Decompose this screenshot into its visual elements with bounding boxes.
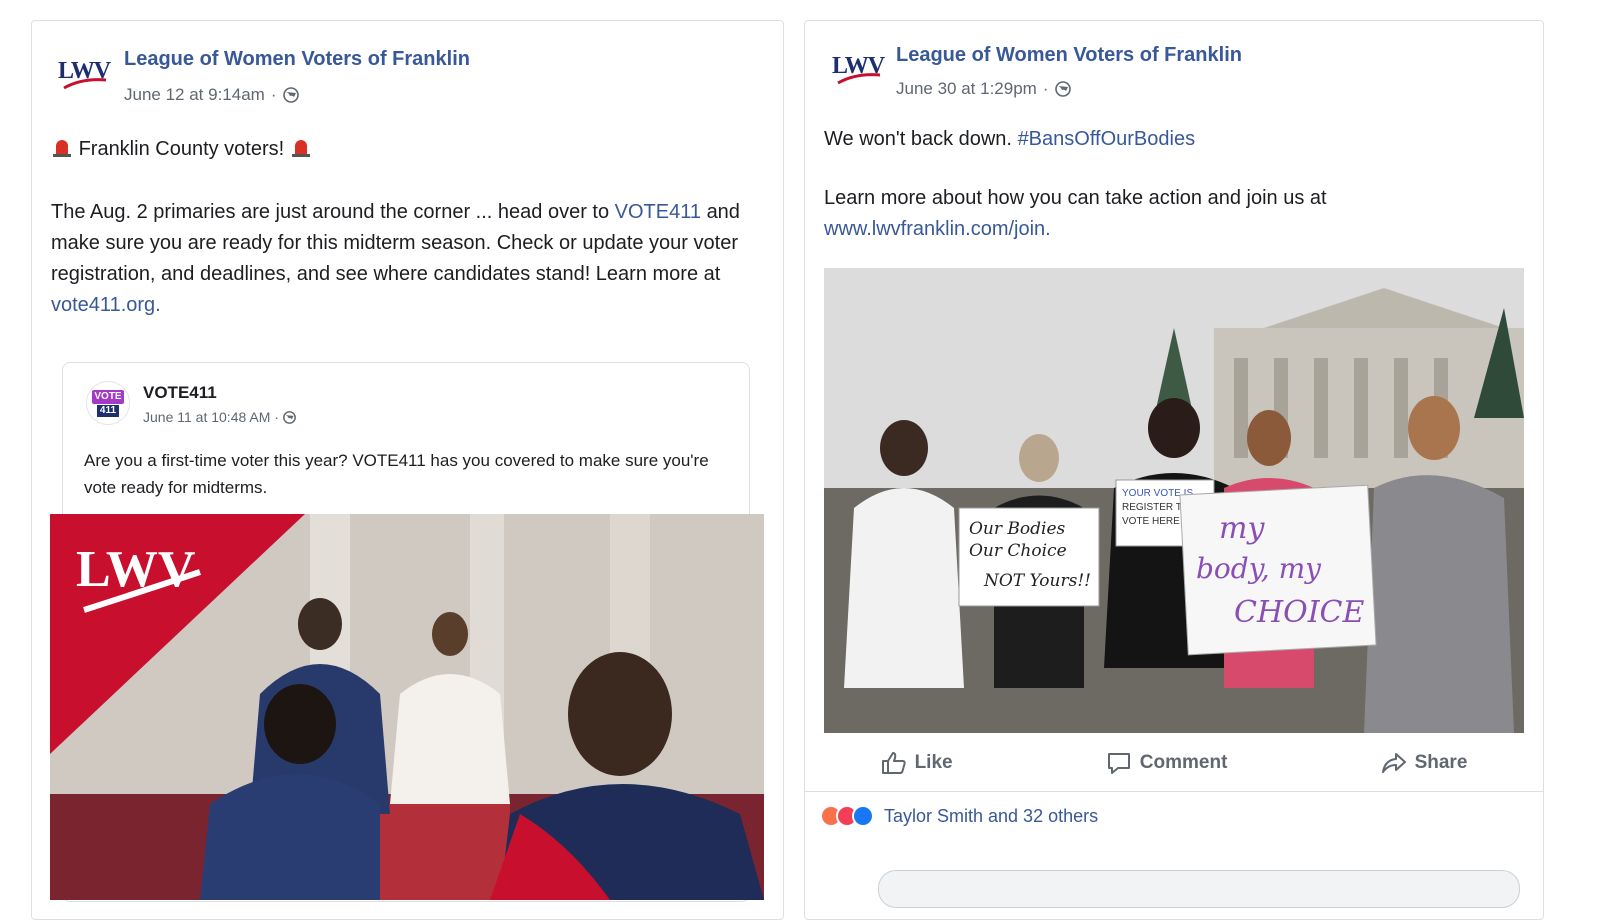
globe-icon bbox=[1054, 81, 1071, 97]
vote411-url-link[interactable]: vote411.org. bbox=[51, 294, 161, 316]
post-action-bar: Like Comment Share bbox=[804, 735, 1544, 792]
protest-sign-our-bodies: Our Bodies Our Choice NOT Yours!! bbox=[958, 507, 1100, 607]
post-photo[interactable]: LWV bbox=[50, 514, 764, 900]
svg-text:VOTE HERE: VOTE HERE bbox=[1122, 516, 1180, 527]
siren-icon bbox=[291, 140, 310, 157]
join-url-link[interactable]: www.lwvfranklin.com/join. bbox=[824, 218, 1051, 240]
share-button[interactable]: Share bbox=[1381, 751, 1467, 775]
shared-post-text: Are you a first-time voter this year? VO… bbox=[84, 451, 709, 497]
vote411-link[interactable]: VOTE411 bbox=[615, 201, 701, 223]
lwv-photo-logo: LWV bbox=[76, 541, 195, 598]
post-photo[interactable]: Our Bodies Our Choice NOT Yours!! YOUR V… bbox=[824, 268, 1524, 733]
shared-page-name[interactable]: VOTE411 bbox=[143, 383, 217, 403]
hashtag-link[interactable]: #BansOffOurBodies bbox=[1018, 128, 1196, 150]
comment-input[interactable] bbox=[878, 870, 1520, 908]
comment-icon bbox=[1107, 753, 1130, 774]
globe-icon bbox=[283, 410, 296, 424]
svg-text:Our Choice: Our Choice bbox=[969, 541, 1067, 561]
svg-text:my: my bbox=[1219, 511, 1265, 546]
share-icon bbox=[1381, 753, 1406, 773]
shared-timestamp[interactable]: June 11 at 10:48 AM · bbox=[143, 409, 296, 425]
protest-sign-my-choice: my body, my CHOICE bbox=[1179, 484, 1377, 656]
svg-text:Our Bodies: Our Bodies bbox=[969, 519, 1066, 539]
svg-text:CHOICE: CHOICE bbox=[1234, 595, 1365, 630]
reactions-summary[interactable]: Taylor Smith and 32 others bbox=[820, 805, 1098, 827]
page-name-link[interactable]: League of Women Voters of Franklin bbox=[896, 44, 1242, 67]
post-text: Franklin County voters! The Aug. 2 prima… bbox=[51, 138, 740, 316]
comment-composer bbox=[820, 860, 1520, 908]
svg-text:REGISTER TO: REGISTER TO bbox=[1122, 502, 1190, 513]
siren-icon bbox=[53, 140, 71, 157]
post-timestamp[interactable]: June 30 at 1:29pm · bbox=[896, 79, 1071, 99]
post-text: We won't back down. #BansOffOurBodies Le… bbox=[824, 128, 1327, 240]
page-avatar[interactable]: LWV bbox=[56, 50, 111, 100]
svg-text:NOT Yours!!: NOT Yours!! bbox=[983, 571, 1091, 591]
commenter-avatar bbox=[828, 872, 864, 900]
like-button[interactable]: Like bbox=[881, 751, 953, 775]
vote411-avatar[interactable]: VOTE 411 bbox=[86, 381, 130, 425]
globe-icon bbox=[282, 87, 299, 103]
svg-text:body, my: body, my bbox=[1196, 552, 1322, 585]
page-avatar[interactable]: LWV bbox=[830, 45, 885, 95]
like-reaction-icon bbox=[852, 805, 874, 827]
thumbs-up-icon bbox=[881, 752, 906, 774]
page-name-link[interactable]: League of Women Voters of Franklin bbox=[124, 48, 470, 71]
reactions-count[interactable]: Taylor Smith and 32 others bbox=[884, 806, 1098, 827]
post-timestamp[interactable]: June 12 at 9:14am · bbox=[124, 85, 299, 105]
comment-button[interactable]: Comment bbox=[1106, 751, 1227, 775]
